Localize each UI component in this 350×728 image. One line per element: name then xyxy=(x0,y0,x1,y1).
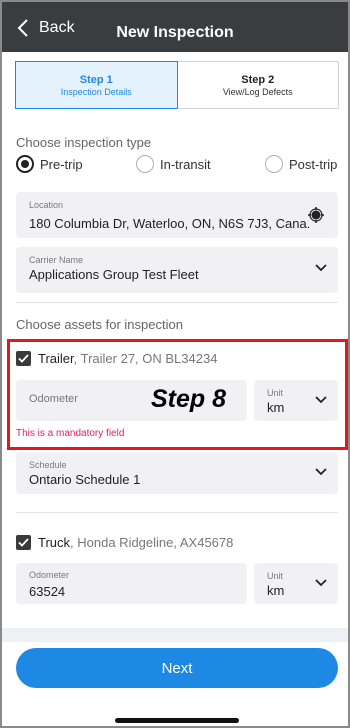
app-screen: Back New Inspection Step 1 Inspection De… xyxy=(0,0,350,728)
home-indicator xyxy=(115,718,239,723)
step-1-sublabel: Inspection Details xyxy=(60,86,132,97)
scroll-shadow xyxy=(2,628,348,642)
truck-unit-value: km xyxy=(267,583,285,598)
step-2-sublabel: View/Log Defects xyxy=(222,86,293,97)
divider xyxy=(16,302,338,303)
chevron-down-icon xyxy=(315,468,327,476)
next-button[interactable]: Next xyxy=(16,648,338,688)
truck-unit-label: Unit xyxy=(267,571,284,581)
location-field[interactable]: Location 180 Columbia Dr, Waterloo, ON, … xyxy=(16,192,338,238)
truck-unit-select[interactable]: Unit km xyxy=(254,563,338,604)
radio-post-trip[interactable]: Post-trip xyxy=(265,155,337,173)
nav-header: Back New Inspection xyxy=(2,2,348,52)
radio-in-transit[interactable]: In-transit xyxy=(136,155,211,173)
step-2-label: Step 2 xyxy=(241,73,275,86)
carrier-value: Applications Group Test Fleet xyxy=(29,267,199,282)
inspection-type-radio-group: Pre-trip In-transit Post-trip xyxy=(16,155,338,177)
location-value: 180 Columbia Dr, Waterloo, ON, N6S 7J3, … xyxy=(29,216,309,231)
radio-checked-icon xyxy=(16,155,34,173)
radio-post-trip-label: Post-trip xyxy=(289,156,338,172)
location-label: Location xyxy=(29,200,64,210)
schedule-label: Schedule xyxy=(29,460,67,470)
radio-unchecked-icon xyxy=(265,155,283,173)
stepper: Step 1 Inspection Details Step 2 View/Lo… xyxy=(15,61,339,109)
step-1-label: Step 1 xyxy=(79,73,113,86)
truck-odometer-label: Odometer xyxy=(29,570,70,580)
truck-odometer-value: 63524 xyxy=(29,584,66,599)
carrier-select[interactable]: Carrier Name Applications Group Test Fle… xyxy=(16,247,338,293)
checkmark-icon xyxy=(18,538,29,547)
step-2-tab[interactable]: Step 2 View/Log Defects xyxy=(178,62,339,108)
divider xyxy=(16,512,338,513)
step-1-tab[interactable]: Step 1 Inspection Details xyxy=(15,61,178,109)
truck-name: Truck xyxy=(38,535,71,550)
radio-unchecked-icon xyxy=(136,155,154,173)
truck-odometer-input[interactable]: Odometer 63524 xyxy=(16,563,247,604)
locate-crosshair-icon[interactable] xyxy=(308,207,324,223)
step-annotation: Step 8 xyxy=(151,385,227,413)
assets-heading: Choose assets for inspection xyxy=(16,317,183,332)
schedule-select[interactable]: Schedule Ontario Schedule 1 xyxy=(16,452,338,494)
truck-asset-row: Truck, Honda Ridgeline, AX45678 xyxy=(16,535,233,550)
chevron-down-icon xyxy=(315,579,327,587)
schedule-value: Ontario Schedule 1 xyxy=(29,472,141,487)
truck-checkbox[interactable] xyxy=(16,535,31,550)
truck-details: , Honda Ridgeline, AX45678 xyxy=(70,535,234,550)
carrier-label: Carrier Name xyxy=(29,255,84,265)
page-title: New Inspection xyxy=(116,24,234,41)
radio-pre-trip-label: Pre-trip xyxy=(40,156,83,172)
chevron-down-icon xyxy=(315,264,327,272)
radio-pre-trip[interactable]: Pre-trip xyxy=(16,155,83,173)
truck-asset-label: Truck, Honda Ridgeline, AX45678 xyxy=(38,535,233,550)
radio-in-transit-label: In-transit xyxy=(160,156,211,172)
inspection-type-heading: Choose inspection type xyxy=(16,135,152,150)
